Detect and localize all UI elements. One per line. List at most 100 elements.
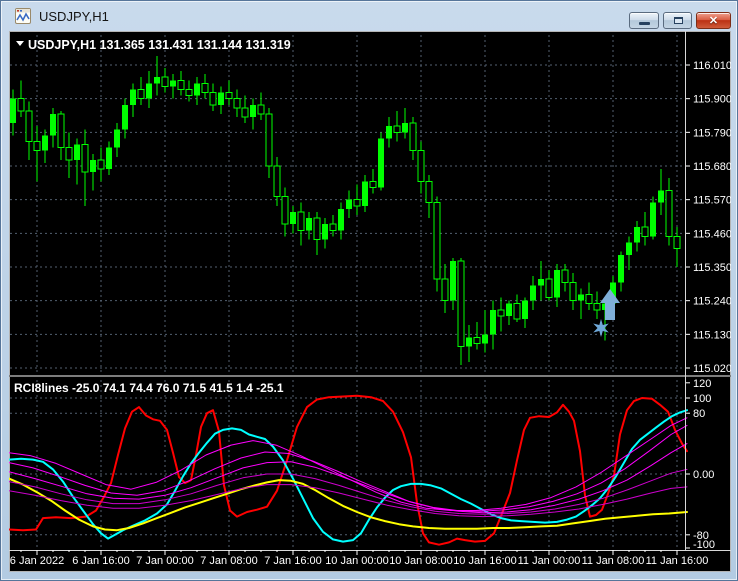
price-axis-label: 115.790 bbox=[693, 127, 731, 139]
price-axis-label: 115.570 bbox=[693, 195, 731, 207]
candle bbox=[74, 144, 80, 160]
close-button[interactable]: ✕ bbox=[696, 12, 731, 29]
candle bbox=[665, 189, 673, 237]
minimize-icon bbox=[639, 22, 650, 25]
candle bbox=[42, 135, 48, 151]
indicator-header: RCI8lines -25.0 74.1 74.4 76.0 71.5 41.5… bbox=[14, 381, 284, 395]
candle bbox=[57, 113, 65, 149]
minimize-button[interactable] bbox=[629, 12, 659, 29]
chart-client-area: 116.010 115.900 115.790 115.680 115.570 115.4… bbox=[8, 31, 732, 572]
candle bbox=[530, 285, 536, 301]
candle bbox=[569, 281, 577, 302]
candle bbox=[497, 309, 505, 317]
candle bbox=[233, 98, 241, 109]
candle bbox=[369, 180, 377, 188]
candle bbox=[353, 199, 361, 207]
candle bbox=[33, 141, 41, 152]
time-axis-label: 11 Jan 08:00 bbox=[582, 555, 645, 567]
candle bbox=[290, 211, 296, 225]
price-axis-label: 115.130 bbox=[693, 329, 731, 341]
candle bbox=[457, 260, 465, 348]
candle bbox=[417, 150, 425, 182]
candle bbox=[130, 89, 136, 105]
window-title: USDJPY,H1 bbox=[39, 8, 109, 24]
candle bbox=[257, 104, 265, 115]
indicator-axis-label: -100 bbox=[693, 539, 715, 551]
candle bbox=[114, 129, 120, 148]
restore-button[interactable] bbox=[663, 12, 692, 29]
candle bbox=[306, 218, 312, 231]
time-axis-label: 11 Jan 00:00 bbox=[518, 555, 581, 567]
candle bbox=[538, 279, 544, 286]
candle bbox=[545, 278, 553, 299]
candle bbox=[482, 334, 488, 344]
close-icon: ✕ bbox=[708, 15, 719, 27]
candle bbox=[161, 76, 169, 87]
candle bbox=[90, 159, 96, 173]
candle bbox=[561, 269, 569, 283]
candle bbox=[362, 181, 368, 206]
candle bbox=[137, 88, 145, 100]
candle bbox=[185, 88, 193, 97]
candle bbox=[194, 83, 200, 96]
candle bbox=[641, 226, 649, 237]
candle bbox=[522, 300, 528, 320]
candle bbox=[201, 82, 209, 94]
indicator-axis-label: 120 bbox=[693, 378, 711, 390]
chart-window: USDJPY,H1 ✕ 116.010 115.900 115.790 115.680… bbox=[0, 0, 738, 581]
candle bbox=[122, 104, 128, 130]
time-axis-label: 7 Jan 16:00 bbox=[264, 555, 322, 567]
candle bbox=[578, 294, 584, 301]
candle bbox=[634, 227, 640, 243]
candle bbox=[490, 309, 496, 335]
chart-frame bbox=[9, 31, 731, 572]
candle bbox=[106, 147, 112, 170]
candle bbox=[177, 79, 185, 90]
candle bbox=[265, 113, 273, 167]
restore-icon bbox=[673, 17, 683, 24]
candle bbox=[554, 270, 560, 298]
candle bbox=[673, 235, 681, 250]
candle bbox=[17, 98, 25, 112]
candle bbox=[50, 113, 56, 136]
candle bbox=[218, 92, 224, 105]
candle bbox=[466, 337, 472, 347]
candle bbox=[10, 98, 16, 124]
candle bbox=[322, 224, 328, 240]
candle bbox=[386, 126, 392, 139]
candle bbox=[338, 208, 344, 231]
chart-icon bbox=[15, 8, 31, 24]
chart-canvas[interactable]: 116.010 115.900 115.790 115.680 115.570 115.4… bbox=[8, 31, 732, 572]
candle bbox=[225, 92, 233, 100]
indicator-axis-label: 80 bbox=[693, 408, 705, 420]
candle bbox=[65, 147, 73, 161]
candle bbox=[25, 110, 33, 143]
candle bbox=[346, 199, 352, 209]
candle bbox=[81, 144, 89, 173]
candle bbox=[329, 223, 337, 231]
time-axis-label: 10 Jan 16:00 bbox=[453, 555, 517, 567]
candle bbox=[441, 278, 449, 302]
candle bbox=[506, 303, 512, 316]
candle bbox=[250, 104, 256, 118]
time-axis-label: 6 Jan 16:00 bbox=[72, 555, 130, 567]
symbol-ohlc-header: USDJPY,H1 131.365 131.431 131.144 131.31… bbox=[28, 38, 291, 52]
candle bbox=[297, 211, 305, 231]
candle bbox=[281, 196, 289, 225]
indicator-axis-label: 100 bbox=[693, 393, 711, 405]
candle bbox=[618, 254, 624, 283]
candle bbox=[425, 180, 433, 204]
title-bar[interactable]: USDJPY,H1 ✕ bbox=[1, 1, 737, 31]
price-axis-label: 115.020 bbox=[693, 363, 731, 375]
price-axis-label: 115.680 bbox=[693, 161, 731, 173]
time-axis-label: 7 Jan 00:00 bbox=[136, 555, 194, 567]
panel-separator bbox=[9, 375, 731, 377]
candle bbox=[154, 77, 160, 84]
time-axis-label: 11 Jan 16:00 bbox=[646, 555, 709, 567]
price-axis-label: 115.900 bbox=[693, 94, 731, 106]
time-axis-label: 7 Jan 08:00 bbox=[200, 555, 258, 567]
candle bbox=[585, 294, 593, 305]
price-axis-label: 115.240 bbox=[693, 296, 731, 308]
candle bbox=[378, 138, 384, 188]
candle bbox=[97, 159, 105, 170]
